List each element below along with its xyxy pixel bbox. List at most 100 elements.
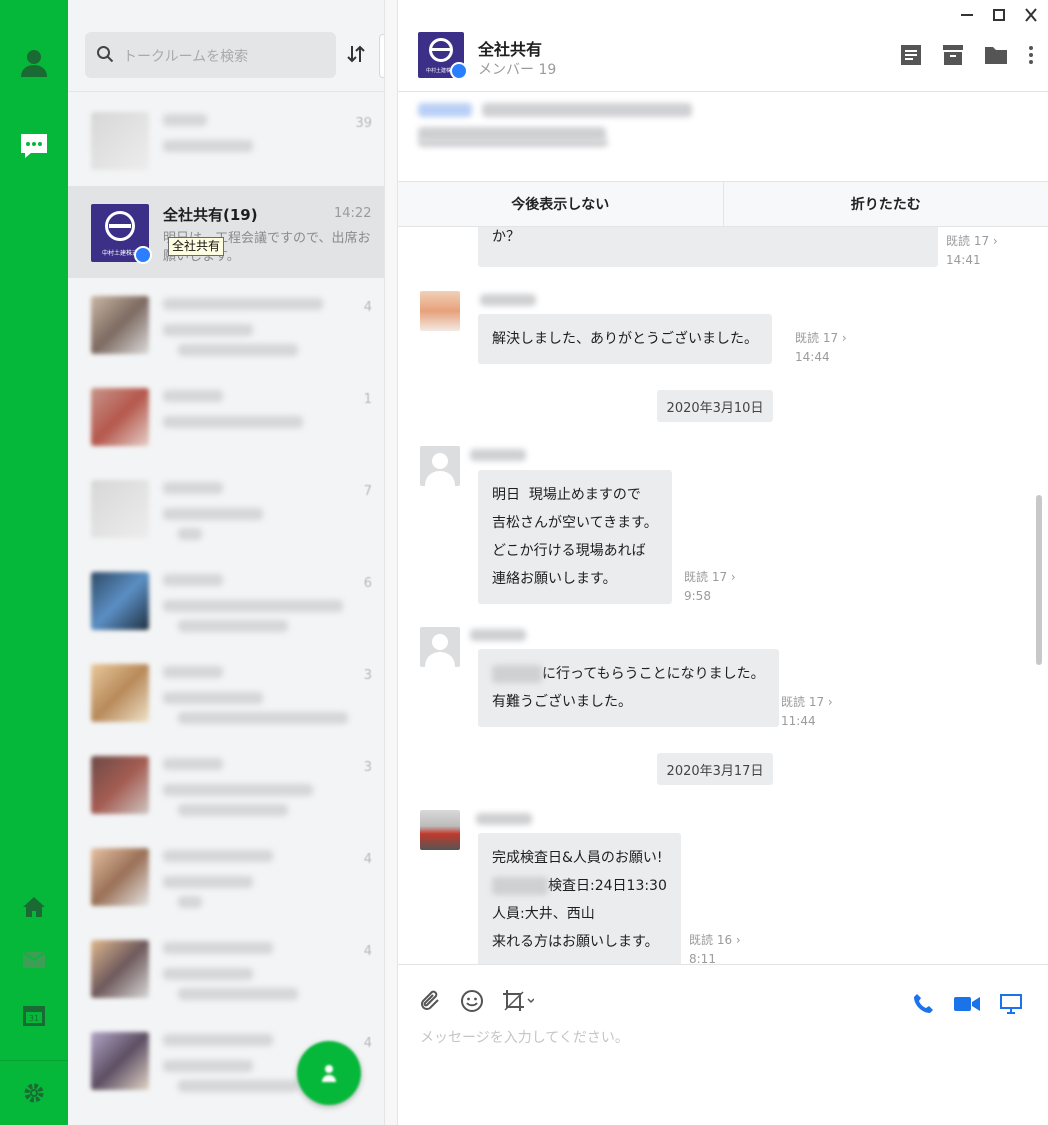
message-bubble[interactable]: 明日 現場止めますので 吉松さんが空いてきます。 どこか行ける現場あれば 連絡お… — [478, 470, 672, 604]
attach-icon[interactable] — [420, 989, 442, 1017]
read-receipt[interactable]: 既読 16 — [689, 933, 732, 947]
message-line: 有難うございました。 — [492, 694, 632, 710]
more-menu-icon[interactable] — [1028, 45, 1034, 69]
sender-avatar[interactable] — [420, 810, 460, 850]
date-separator: 2020年3月17日 — [657, 753, 773, 785]
list-item-active[interactable]: 中村土建株式 全社共有(19) 14:22 明日は、工程会議ですので、出席お願い… — [68, 186, 384, 278]
message-line: どこか行ける現場あれば — [492, 543, 646, 559]
group-badge-icon — [450, 62, 468, 80]
message-input[interactable]: メッセージを入力してください。 — [420, 1027, 629, 1047]
member-count[interactable]: メンバー 19 — [478, 59, 556, 79]
redacted-text — [492, 877, 548, 895]
message-time: 9:58 — [684, 589, 711, 603]
message-line: 来れる方はお願いします。 — [492, 934, 659, 950]
sender-name — [476, 813, 532, 825]
settings-gear-icon[interactable] — [0, 1082, 68, 1104]
chat-time: 14:22 — [334, 206, 372, 221]
svg-text:31: 31 — [29, 1014, 39, 1023]
screen-share-icon[interactable] — [1000, 994, 1022, 1018]
unread-count: 4 — [363, 944, 372, 959]
album-icon[interactable] — [942, 44, 964, 70]
message-time: 14:41 — [946, 253, 981, 267]
call-tools — [912, 993, 1022, 1019]
message-composer: メッセージを入力してください。 — [398, 964, 1048, 1125]
sender-avatar[interactable] — [420, 627, 460, 667]
message-line: 連絡お願いします。 — [492, 571, 617, 587]
list-item[interactable]: 1 — [68, 370, 384, 462]
list-item[interactable]: 4 — [68, 278, 384, 370]
message-text: 解決しました、ありがとうございました。 — [492, 331, 758, 347]
friends-icon[interactable] — [0, 48, 68, 78]
search-box[interactable]: トークルームを検索 — [85, 32, 336, 78]
avatar — [91, 388, 149, 446]
home-icon[interactable] — [0, 896, 68, 918]
rail-divider — [0, 1060, 68, 1061]
chat-list-panel: トークルームを検索 ‹ 39 中村土建株式 全社共有(19) 14:22 明日は… — [68, 0, 401, 1125]
announcement-banner[interactable] — [398, 93, 1048, 181]
calendar-icon[interactable]: 31 — [0, 1004, 68, 1026]
sender-avatar[interactable] — [420, 291, 460, 331]
read-receipt[interactable]: 既読 17 — [781, 695, 824, 709]
mail-icon[interactable] — [0, 952, 68, 968]
avatar — [91, 756, 149, 814]
maximize-icon[interactable] — [992, 6, 1006, 28]
voice-call-icon[interactable] — [912, 993, 934, 1019]
message-meta: 既読 17 › 14:41 — [946, 232, 998, 270]
unread-count: 1 — [363, 392, 372, 407]
message-bubble[interactable]: 完成検査日&人員のお願い! 検査日:24日13:30 人員:大井、西山 来れる方… — [478, 833, 681, 964]
unread-count: 4 — [363, 852, 372, 867]
avatar — [91, 664, 149, 722]
sender-avatar[interactable] — [420, 446, 460, 486]
list-item[interactable]: 3 — [68, 738, 384, 830]
avatar — [91, 112, 149, 170]
message-meta: 既読 17 › 11:44 — [781, 693, 833, 731]
tooltip: 全社共有 — [168, 237, 225, 256]
message-meta: 既読 17 › 14:44 — [795, 329, 847, 367]
message-area[interactable]: か？ 既読 17 › 14:41 解決しました、ありがとうございました。 既読 … — [398, 227, 1048, 964]
sender-name — [470, 629, 526, 641]
message-meta: 既読 16 › 8:11 — [689, 931, 741, 964]
message-line: 検査日:24日13:30 — [548, 878, 667, 894]
list-item[interactable]: 4 — [68, 922, 384, 1014]
message-bubble[interactable]: か？ — [478, 227, 938, 267]
notes-icon[interactable] — [900, 44, 922, 70]
read-receipt[interactable]: 既読 17 — [684, 570, 727, 584]
announcement-actions: 今後表示しない 折りたたむ — [398, 181, 1048, 227]
list-item[interactable]: 39 — [68, 94, 384, 186]
emoji-icon[interactable] — [460, 989, 484, 1017]
message-bubble[interactable]: 解決しました、ありがとうございました。 — [478, 314, 772, 364]
chat-name: 全社共有(19) — [163, 206, 258, 224]
chat-scrollbar[interactable] — [1036, 495, 1042, 665]
video-call-icon[interactable] — [954, 995, 980, 1017]
group-badge-icon — [134, 246, 152, 264]
message-bubble[interactable]: に行ってもらうことになりました。 有難うございました。 — [478, 649, 779, 727]
unread-count: 3 — [363, 668, 372, 683]
list-item[interactable]: 3 — [68, 646, 384, 738]
close-icon[interactable] — [1024, 6, 1038, 28]
message-meta: 既読 17 › 9:58 — [684, 568, 736, 606]
read-receipt[interactable]: 既読 17 — [795, 331, 838, 345]
unread-count: 39 — [355, 116, 372, 131]
header-toolbar — [900, 44, 1034, 70]
screenshot-crop-icon[interactable] — [502, 989, 535, 1017]
list-item[interactable]: 6 — [68, 554, 384, 646]
list-item[interactable]: 7 — [68, 462, 384, 554]
unread-count: 4 — [363, 1036, 372, 1051]
hide-announcement-button[interactable]: 今後表示しない — [398, 182, 723, 226]
folder-icon[interactable] — [984, 45, 1008, 69]
sort-icon[interactable] — [346, 44, 366, 68]
chat-list-header: トークルームを検索 ‹ — [68, 0, 401, 92]
chats-icon[interactable] — [0, 132, 68, 160]
new-chat-fab-button[interactable] — [297, 1041, 361, 1105]
read-receipt[interactable]: 既読 17 — [946, 234, 989, 248]
chat-window: 中村土建株式 全社共有 メンバー 19 今後表示しない 折りたたむ か？ 既読 … — [398, 0, 1048, 1125]
avatar — [91, 480, 149, 538]
list-item[interactable]: 4 — [68, 830, 384, 922]
avatar — [91, 848, 149, 906]
search-input[interactable]: トークルームを検索 — [123, 46, 248, 66]
message-text: か？ — [492, 229, 520, 245]
fold-announcement-button[interactable]: 折りたたむ — [722, 182, 1048, 226]
message-time: 14:44 — [795, 350, 830, 364]
unread-count: 6 — [363, 576, 372, 591]
minimize-icon[interactable] — [960, 6, 974, 28]
